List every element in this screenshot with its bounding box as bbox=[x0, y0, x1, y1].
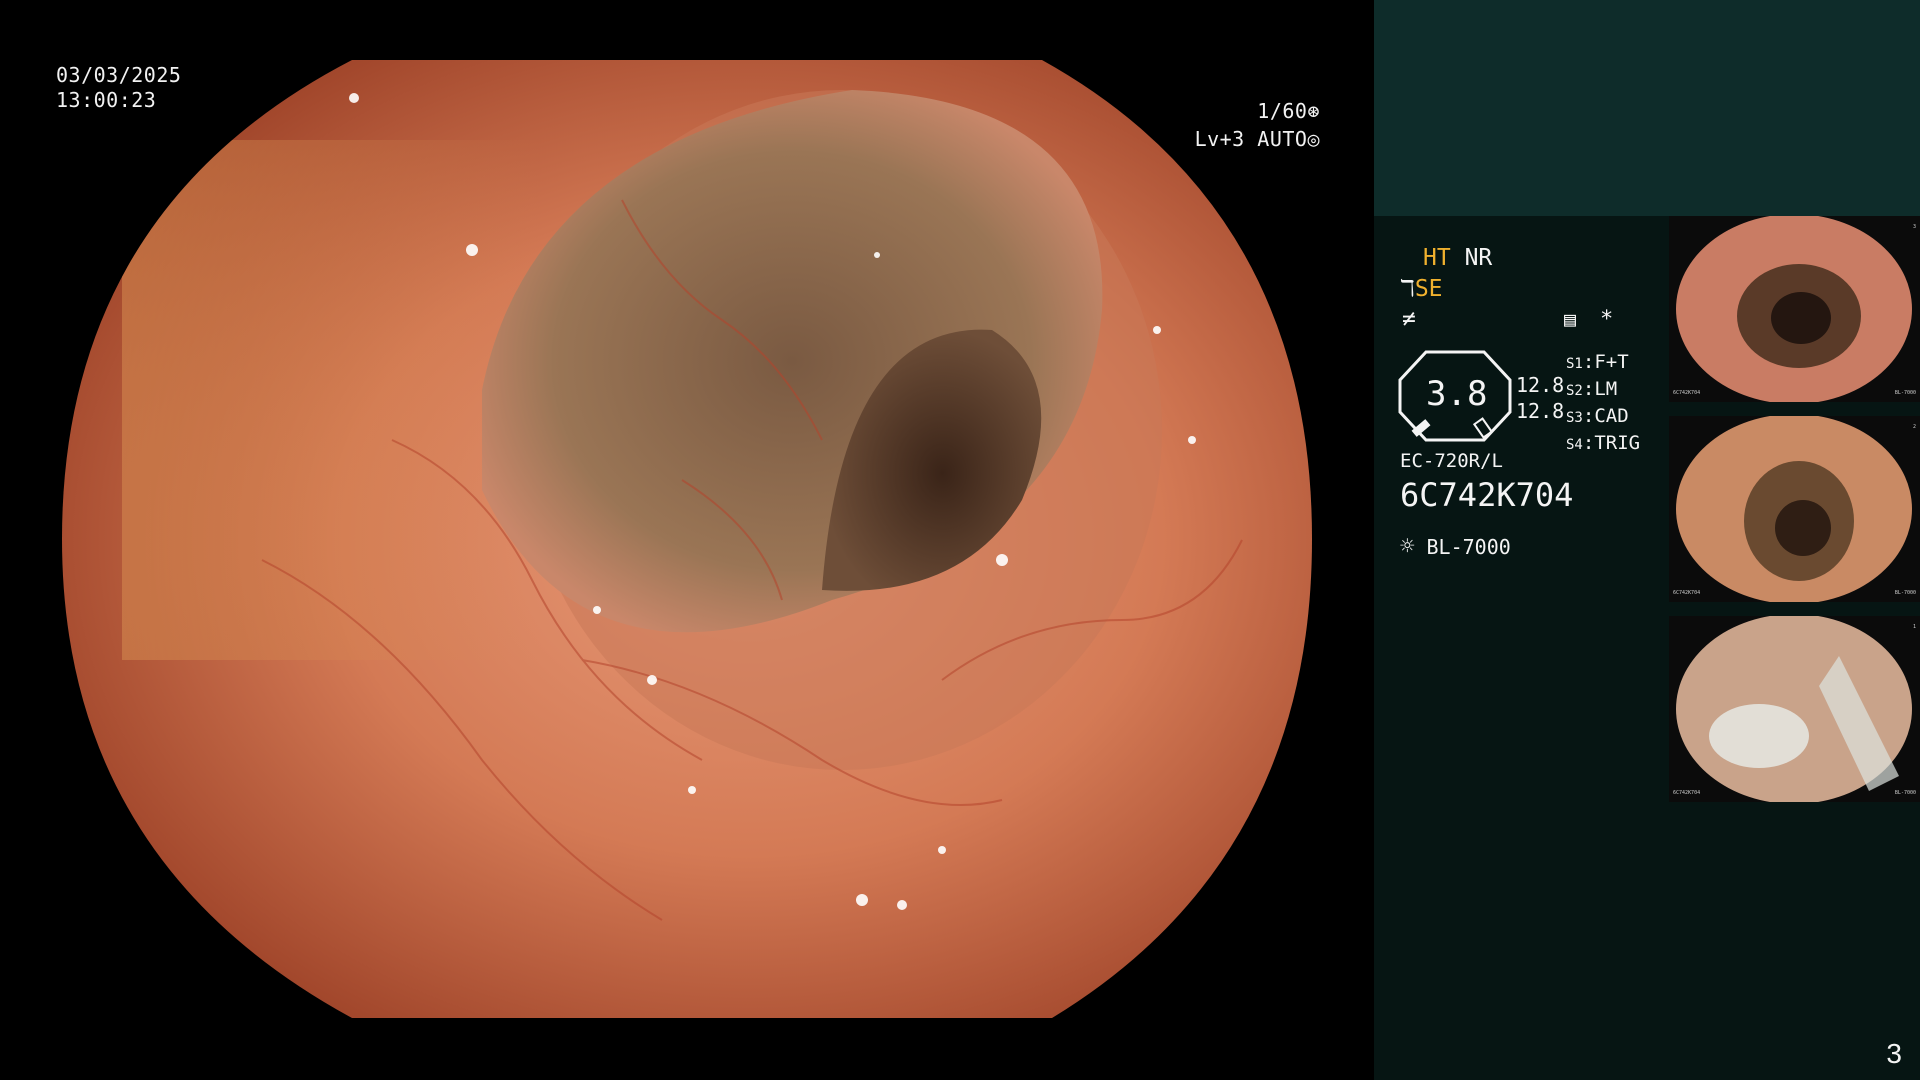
thumbnail-light: BL-7000 bbox=[1894, 590, 1916, 596]
switch-list: S1:F+T S2:LM S3:CAD S4:TRIG bbox=[1566, 350, 1640, 458]
switch-key: S1 bbox=[1566, 356, 1583, 372]
endoscope-live-view bbox=[0, 0, 1374, 1080]
shutter-speed: 1/60 bbox=[1257, 99, 1308, 123]
capture-thumbnail[interactable]: 2 6C742K704 BL-7000 bbox=[1669, 416, 1920, 602]
iris-icon: ◎ bbox=[1307, 127, 1320, 151]
zoom-value: 3.8 bbox=[1426, 374, 1488, 414]
thumbnail-serial: 6C742K704 bbox=[1673, 590, 1701, 596]
thumbnail-index: 3 bbox=[1912, 224, 1916, 230]
switch-key: S2 bbox=[1566, 383, 1583, 399]
capture-thumbnail[interactable]: 1 6C742K704 BL-7000 bbox=[1669, 616, 1920, 802]
thumbnail-serial: 6C742K704 bbox=[1673, 390, 1701, 396]
nr-flag: NR bbox=[1464, 245, 1493, 271]
switch-item: S1:F+T bbox=[1566, 351, 1629, 373]
switch-value: LM bbox=[1594, 378, 1618, 400]
structure-icon: ℸ bbox=[1400, 276, 1415, 302]
exam-time: 13:00:23 bbox=[56, 88, 157, 112]
thumbnail-index: 1 bbox=[1912, 624, 1916, 630]
switch-key: S4 bbox=[1566, 437, 1583, 453]
switch-item: S4:TRIG bbox=[1566, 432, 1641, 454]
exam-date: 03/03/2025 bbox=[56, 63, 182, 87]
page-number: 3 bbox=[1886, 1038, 1902, 1069]
thumbnail-index: 2 bbox=[1912, 424, 1916, 430]
thumbnail-image bbox=[1676, 616, 1912, 802]
image-enhancement-flags: HT NR bbox=[1423, 244, 1492, 272]
light-source-model: BL-7000 bbox=[1426, 535, 1511, 559]
iris-mode: AUTO bbox=[1257, 127, 1308, 151]
se-flag: SE bbox=[1414, 276, 1443, 302]
switch-value: CAD bbox=[1594, 405, 1629, 427]
structure-enhancement: ℸSE bbox=[1400, 275, 1443, 303]
value-1: 12.8 bbox=[1516, 373, 1565, 397]
brightness-readout: Lv+3 AUTO◎ bbox=[1195, 127, 1320, 152]
ht-flag: HT bbox=[1423, 245, 1451, 271]
thumbnail-image bbox=[1676, 216, 1912, 402]
colon-endoscopy-image bbox=[62, 60, 1312, 1018]
switch-item: S3:CAD bbox=[1566, 405, 1629, 427]
shutter-icon: ⊛ bbox=[1307, 99, 1320, 123]
light-icon: ☼ bbox=[1400, 532, 1415, 560]
thumbnail-serial: 6C742K704 bbox=[1673, 790, 1701, 796]
brightness-level: Lv+3 bbox=[1194, 127, 1245, 151]
thumbnail-light: BL-7000 bbox=[1894, 390, 1916, 396]
light-source: ☼ BL-7000 bbox=[1400, 532, 1511, 560]
scope-serial: 6C742K704 bbox=[1400, 476, 1574, 514]
thumbnail-image bbox=[1676, 416, 1912, 602]
value-2: 12.8 bbox=[1516, 399, 1565, 423]
scope-model: EC-720R/L bbox=[1400, 450, 1503, 472]
switch-key: S3 bbox=[1566, 410, 1583, 426]
switch-value: TRIG bbox=[1594, 432, 1641, 454]
color-icon: ≠ bbox=[1402, 306, 1416, 332]
shutter-readout: 1/60⊛ bbox=[1257, 99, 1320, 124]
switch-item: S2:LM bbox=[1566, 378, 1618, 400]
asterisk-icon: * bbox=[1600, 307, 1614, 332]
value-column: 12.8 12.8 bbox=[1516, 372, 1564, 424]
thumbnail-light: BL-7000 bbox=[1894, 790, 1916, 796]
switch-value: F+T bbox=[1594, 351, 1629, 373]
info-panel-header bbox=[1374, 0, 1920, 216]
record-icon: ▤ bbox=[1564, 307, 1577, 331]
capture-thumbnail[interactable]: 3 6C742K704 BL-7000 bbox=[1669, 216, 1920, 402]
